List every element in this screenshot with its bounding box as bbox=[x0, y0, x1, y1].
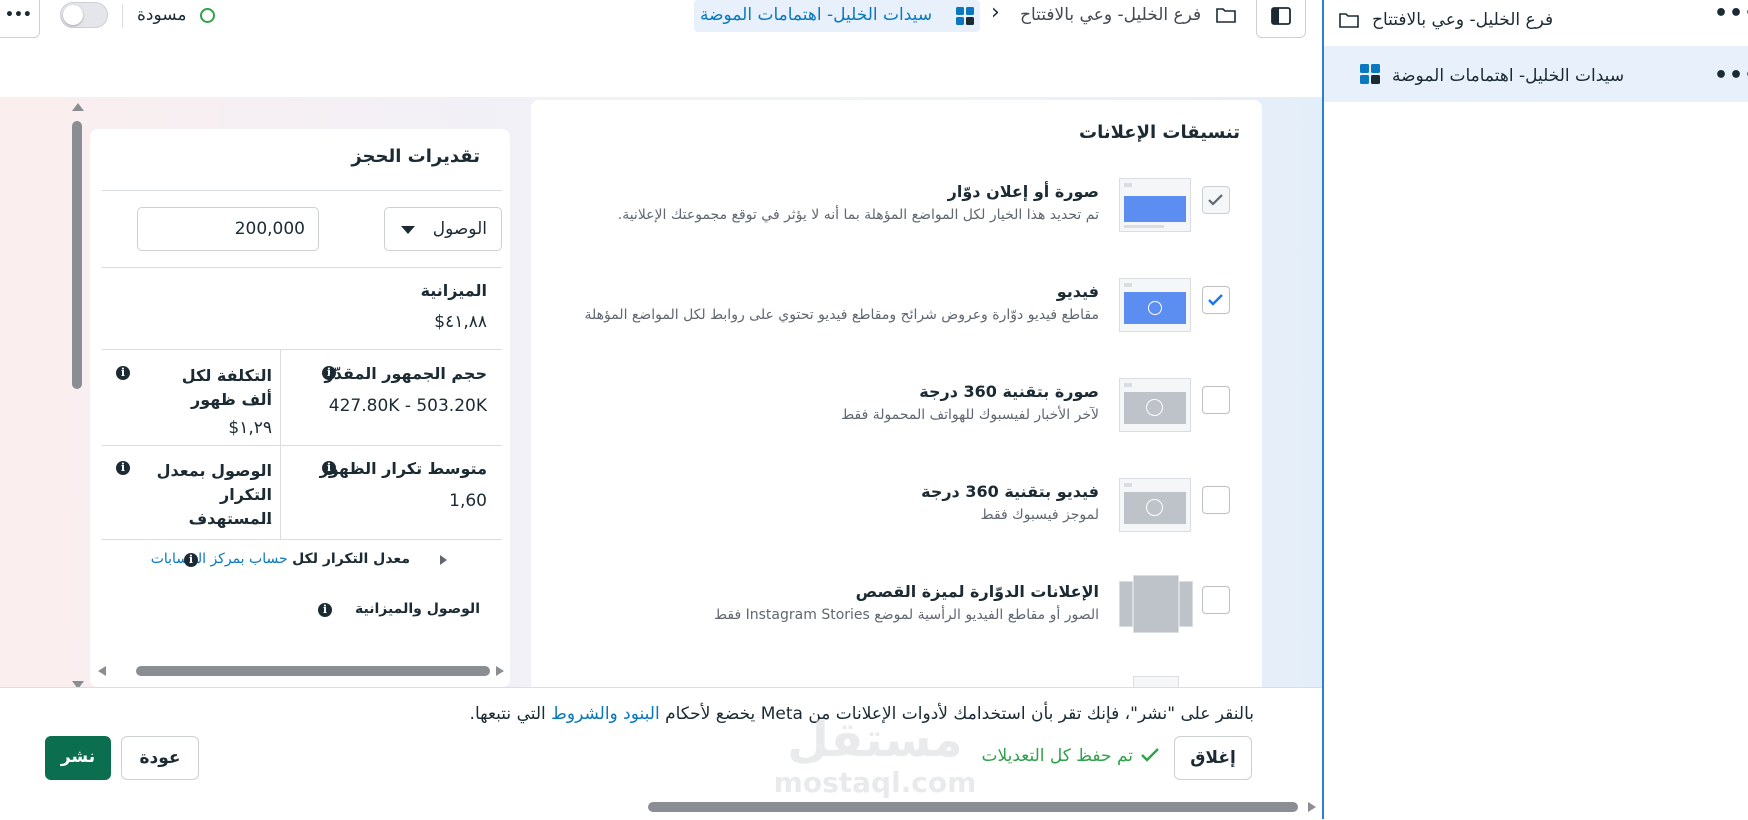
scroll-right-arrow[interactable] bbox=[496, 666, 504, 676]
format-title: فيديو بتقنية 360 درجة bbox=[921, 482, 1099, 501]
divider bbox=[102, 190, 502, 191]
info-icon[interactable]: i bbox=[184, 553, 198, 567]
watermark-logo-text: مستقل bbox=[787, 712, 963, 768]
editor-canvas: تنسيقات الإعلانات صورة أو إعلان دوّار تم… bbox=[0, 97, 1322, 700]
vertical-scrollbar[interactable] bbox=[70, 103, 84, 689]
toggle-knob bbox=[63, 5, 83, 25]
watermark: مستقل mostaql.com bbox=[760, 712, 990, 812]
image-carousel-thumb bbox=[1119, 178, 1191, 232]
back-button[interactable]: عودة bbox=[121, 736, 199, 780]
sidebar-item-campaign[interactable]: ••• فرع الخليل- وعي بالافتتاح bbox=[1324, 0, 1748, 46]
more-icon[interactable]: ••• bbox=[1714, 3, 1748, 25]
reach-input[interactable]: 200,000 bbox=[137, 207, 319, 251]
format-description: الصور أو مقاطع الفيديو الرأسية لموضع Ins… bbox=[714, 607, 1099, 623]
format-title: الإعلانات الدوّارة لميزة القصص bbox=[855, 582, 1099, 601]
format-description: تم تحديد هذا الخيار لكل المواضع المؤهلة … bbox=[617, 207, 1099, 223]
more-icon: ••• bbox=[5, 7, 32, 23]
publish-button[interactable]: نشر bbox=[45, 736, 111, 780]
close-button[interactable]: إغلاق bbox=[1174, 736, 1252, 780]
breadcrumb-current[interactable]: سيدات الخليل- اهتمامات الموضة bbox=[694, 0, 980, 32]
footer-bar: بالنقر على "نشر"، فإنك تقر بأن استخدامك … bbox=[0, 687, 1322, 820]
info-icon[interactable]: i bbox=[318, 603, 332, 617]
ad-set-grid-icon bbox=[956, 7, 974, 25]
scroll-left-arrow[interactable] bbox=[98, 666, 106, 676]
ad-formats-title: تنسيقات الإعلانات bbox=[1079, 122, 1240, 143]
cpm-label: التكلفة لكل ألف ظهور bbox=[181, 366, 272, 409]
horizontal-scrollbar[interactable] bbox=[96, 663, 506, 679]
check-icon bbox=[1140, 746, 1160, 768]
terms-link[interactable]: البنود والشروط bbox=[551, 704, 660, 724]
format-description: لموجز فيسبوك فقط bbox=[980, 507, 1099, 523]
scroll-up-arrow[interactable] bbox=[72, 103, 84, 111]
checkbox[interactable] bbox=[1202, 486, 1230, 514]
draft-status-icon bbox=[200, 8, 215, 23]
ad-set-grid-icon bbox=[1360, 64, 1380, 84]
divider bbox=[122, 4, 123, 28]
breadcrumb-separator: › bbox=[991, 0, 1000, 25]
accounts-center-link[interactable]: حساب بمركز الحسابات bbox=[151, 551, 288, 567]
divider bbox=[102, 445, 502, 446]
folder-icon bbox=[1216, 6, 1236, 28]
booking-estimates-card: تقديرات الحجز 200,000 الوصول الميزانية ٤… bbox=[90, 129, 510, 687]
draft-toggle[interactable] bbox=[60, 2, 108, 28]
folder-icon bbox=[1339, 11, 1359, 33]
format-title: صورة بتقنية 360 درجة bbox=[919, 382, 1099, 401]
divider bbox=[102, 349, 502, 350]
top-bar: ••• مسودة سيدات الخليل- اهتمامات الموضة … bbox=[0, 0, 1322, 38]
scrollbar-thumb[interactable] bbox=[136, 666, 490, 676]
more-icon[interactable]: ••• bbox=[1714, 65, 1748, 87]
video-thumb bbox=[1119, 278, 1191, 332]
toggle-sidebar-button[interactable] bbox=[1256, 0, 1306, 38]
page-horizontal-scrollbar[interactable] bbox=[640, 799, 1322, 815]
avg-frequency-label: متوسط تكرار الظهور bbox=[319, 459, 487, 478]
photo-360-thumb bbox=[1119, 378, 1191, 432]
campaign-tree-sidebar: ••• فرع الخليل- وعي بالافتتاح ••• سيدات … bbox=[1322, 0, 1748, 819]
sidebar-item-ad-set[interactable]: ••• سيدات الخليل- اهتمامات الموضة bbox=[1324, 46, 1748, 102]
stories-carousel-thumb bbox=[1119, 575, 1193, 633]
frequency-rate-row[interactable]: معدل التكرار لكل حساب بمركز الحسابات i bbox=[90, 547, 510, 575]
video-360-thumb bbox=[1119, 478, 1191, 532]
info-icon[interactable]: i bbox=[116, 366, 130, 380]
scroll-right-arrow[interactable] bbox=[1308, 802, 1316, 812]
reach-at-frequency-value: -- bbox=[259, 513, 272, 533]
ad-formats-card: تنسيقات الإعلانات صورة أو إعلان دوّار تم… bbox=[531, 100, 1262, 700]
info-icon[interactable]: i bbox=[116, 461, 130, 475]
checkbox[interactable] bbox=[1202, 586, 1230, 614]
watermark-url: mostaql.com bbox=[773, 766, 977, 799]
format-title: فيديو bbox=[1056, 282, 1099, 301]
reach-at-frequency-label: الوصول بمعدل التكرار المستهدف bbox=[156, 461, 272, 528]
format-description: لآخر الأخبار لفيسبوك للهواتف المحمولة فق… bbox=[841, 407, 1099, 423]
checkbox[interactable] bbox=[1202, 386, 1230, 414]
checkbox bbox=[1202, 186, 1230, 214]
scrollbar-thumb[interactable] bbox=[72, 121, 82, 389]
breadcrumb-parent[interactable]: فرع الخليل- وعي بالافتتاح bbox=[1020, 5, 1201, 25]
audience-size-label: حجم الجمهور المقدّر bbox=[324, 364, 488, 383]
divider bbox=[280, 349, 281, 539]
avg-frequency-value: 1,60 bbox=[449, 491, 487, 511]
more-options-button[interactable]: ••• bbox=[0, 0, 40, 38]
expand-triangle-icon bbox=[440, 555, 447, 565]
estimates-title: تقديرات الحجز bbox=[351, 146, 480, 167]
metric-select[interactable]: الوصول bbox=[384, 207, 502, 251]
cpm-value: ١,٢٩$ bbox=[228, 418, 272, 438]
divider bbox=[102, 539, 502, 540]
budget-label: الميزانية bbox=[420, 281, 487, 300]
saved-status: تم حفظ كل التعديلات bbox=[981, 746, 1133, 766]
budget-value: ٤١,٨٨$ bbox=[434, 312, 487, 332]
scrollbar-thumb[interactable] bbox=[648, 802, 1298, 812]
sidebar-panel-icon bbox=[1271, 7, 1291, 29]
checkbox[interactable] bbox=[1202, 286, 1230, 314]
format-title: صورة أو إعلان دوّار bbox=[947, 182, 1099, 201]
divider bbox=[102, 267, 502, 268]
caret-down-icon bbox=[401, 226, 415, 234]
reach-budget-label: الوصول والميزانية bbox=[355, 601, 480, 617]
draft-status-label: مسودة bbox=[137, 5, 187, 25]
audience-size-value: 427.80K - 503.20K bbox=[328, 396, 487, 416]
format-description: مقاطع فيديو دوّارة وعروض شرائح ومقاطع في… bbox=[584, 307, 1099, 323]
